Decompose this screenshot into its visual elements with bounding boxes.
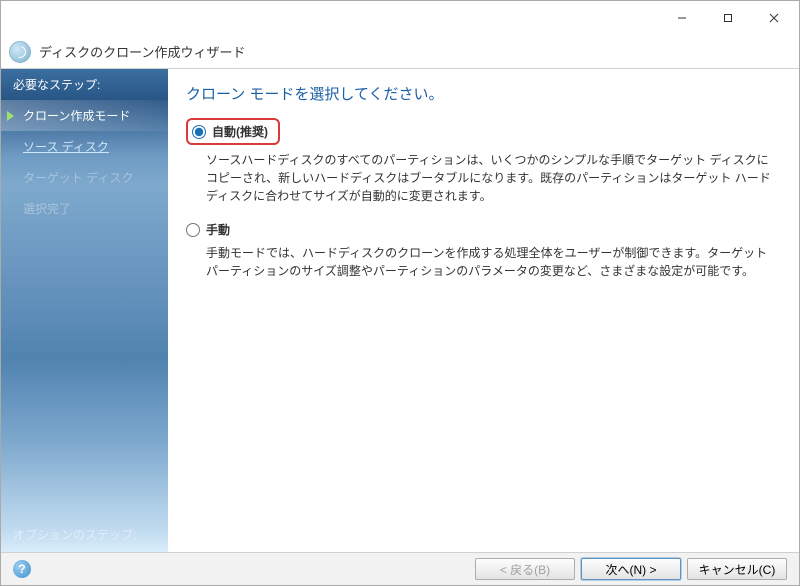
body: 必要なステップ: クローン作成モード ソース ディスク ターゲット ディスク 選… [1, 69, 799, 553]
step-target-disk: ターゲット ディスク [1, 162, 168, 193]
option-automatic: 自動(推奨) [186, 118, 775, 145]
option-automatic-desc: ソースハードディスクのすべてのパーティションは、いくつかのシンプルな手順でターゲ… [206, 151, 775, 205]
radio-automatic[interactable]: 自動(推奨) [192, 123, 268, 140]
maximize-button[interactable] [705, 3, 751, 33]
close-button[interactable] [751, 3, 797, 33]
step-source-disk[interactable]: ソース ディスク [1, 131, 168, 162]
sidebar-header: 必要なステップ: [1, 69, 168, 100]
option-label: 自動(推奨) [212, 123, 268, 140]
option-label: 手動 [206, 221, 230, 238]
page-title: クローン モードを選択してください。 [186, 83, 775, 104]
app-logo-icon [9, 41, 31, 63]
window-title: ディスクのクローン作成ウィザード [39, 42, 245, 61]
footer: ? < 戻る(B) 次へ(N) > キャンセル(C) [1, 552, 799, 585]
minimize-button[interactable] [659, 3, 705, 33]
next-button[interactable]: 次へ(N) > [581, 558, 681, 580]
help-icon[interactable]: ? [13, 560, 31, 578]
radio-manual[interactable]: 手動 [186, 221, 230, 238]
step-clone-mode: クローン作成モード [1, 100, 168, 131]
option-manual: 手動 [186, 221, 775, 238]
radio-manual-input[interactable] [186, 223, 200, 237]
wizard-window: ディスクのクローン作成ウィザード 必要なステップ: クローン作成モード ソース … [0, 0, 800, 586]
radio-automatic-input[interactable] [192, 125, 206, 139]
highlighted-option: 自動(推奨) [186, 118, 280, 145]
main-panel: クローン モードを選択してください。 自動(推奨) ソースハードディスクのすべて… [168, 69, 799, 553]
cancel-button[interactable]: キャンセル(C) [687, 558, 787, 580]
step-link[interactable]: ソース ディスク [23, 140, 109, 154]
step-label: ターゲット ディスク [23, 171, 134, 185]
back-button: < 戻る(B) [475, 558, 575, 580]
sidebar-footer: オプションのステップ: [13, 526, 136, 543]
sidebar: 必要なステップ: クローン作成モード ソース ディスク ターゲット ディスク 選… [1, 69, 168, 553]
titlebar [1, 1, 799, 35]
step-label: クローン作成モード [23, 109, 130, 123]
option-manual-desc: 手動モードでは、ハードディスクのクローンを作成する処理全体をユーザーが制御できま… [206, 244, 775, 280]
header: ディスクのクローン作成ウィザード [1, 35, 799, 69]
step-finish: 選択完了 [1, 193, 168, 224]
step-label: 選択完了 [23, 202, 71, 216]
